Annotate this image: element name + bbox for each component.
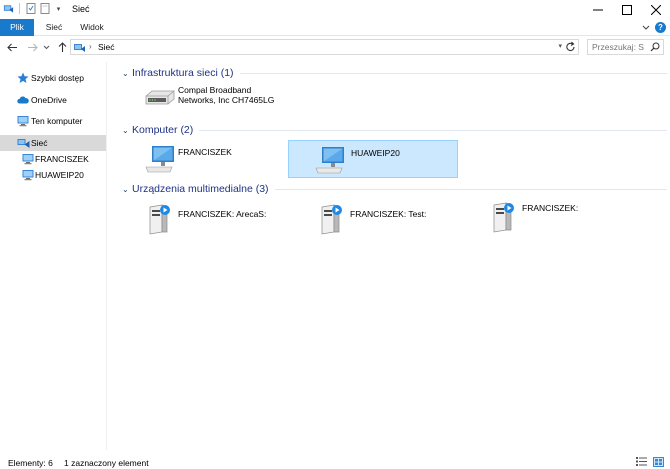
view-switcher (636, 457, 664, 469)
group-header-media-devices[interactable]: ⌄ Urządzenia multimedialne (3) (122, 182, 667, 196)
address-history-chevron-icon[interactable]: ▾ (558, 42, 562, 50)
item-label: FRANCISZEK (178, 147, 232, 157)
search-icon[interactable] (650, 42, 660, 54)
up-button[interactable] (55, 40, 69, 54)
item-label-line2: Networks, Inc CH7465LG (178, 95, 275, 105)
new-folder-icon[interactable] (39, 3, 50, 14)
sidebar-item-label: Sieć (31, 138, 48, 148)
refresh-icon[interactable] (565, 41, 576, 55)
cloud-icon (17, 94, 29, 106)
large-icons-view-icon[interactable] (653, 457, 664, 469)
monitor-icon (314, 145, 346, 177)
sidebar-item-network[interactable]: Sieć (0, 135, 106, 151)
back-button[interactable] (5, 40, 19, 54)
sidebar-item-franciszek[interactable]: FRANCISZEK (0, 151, 106, 167)
maximize-button[interactable] (612, 0, 641, 19)
media-item-franciszek-arecas[interactable]: FRANCISZEK: ArecaS: (138, 200, 308, 236)
sidebar-item-label: Szybki dostęp (31, 73, 84, 83)
help-icon[interactable]: ? (655, 22, 666, 33)
details-view-icon[interactable] (636, 457, 647, 469)
window-controls (583, 0, 670, 19)
tab-file[interactable]: Plik (0, 19, 34, 36)
computer-icon (22, 169, 34, 181)
network-window-icon[interactable] (3, 3, 14, 14)
network-item-router[interactable]: Compal Broadband Networks, Inc CH7465LG (138, 82, 308, 118)
window-title: Sieć (72, 4, 90, 14)
group-title: Komputer (2) (132, 124, 194, 136)
content-pane: ⌄ Infrastruktura sieci (1) Compal Broadb… (108, 62, 670, 450)
breadcrumb-separator-icon[interactable]: › (89, 42, 92, 51)
collapse-chevron-icon[interactable]: ⌄ (122, 69, 132, 78)
group-divider (239, 72, 667, 74)
media-device-icon (488, 200, 518, 236)
title-bar: ▾ Sieć (0, 0, 670, 19)
search-box[interactable] (587, 39, 664, 55)
media-item-franciszek-test[interactable]: FRANCISZEK: Test: (310, 200, 480, 236)
forward-button[interactable] (25, 40, 39, 54)
item-label: FRANCISZEK: (522, 203, 579, 213)
sidebar-item-huaweip20[interactable]: HUAWEIP20 (0, 167, 106, 183)
group-header-infrastructure[interactable]: ⌄ Infrastruktura sieci (1) (122, 66, 667, 80)
minimize-button[interactable] (583, 0, 612, 19)
group-title: Infrastruktura sieci (1) (132, 67, 234, 79)
properties-icon[interactable] (25, 3, 36, 14)
media-device-icon (144, 202, 174, 238)
sidebar-item-onedrive[interactable]: OneDrive (0, 92, 106, 108)
sidebar-item-this-pc[interactable]: Ten komputer (0, 113, 106, 129)
ribbon-controls: ? (642, 22, 666, 33)
group-divider (274, 188, 667, 190)
media-device-icon (316, 202, 346, 238)
item-count: Elementy: 6 (8, 458, 53, 468)
sidebar-item-label: OneDrive (31, 95, 67, 105)
recent-locations-chevron-icon[interactable] (41, 40, 51, 54)
item-label: HUAWEIP20 (351, 148, 400, 158)
collapse-chevron-icon[interactable]: ⌄ (122, 185, 132, 194)
sidebar-item-label: Ten komputer (31, 116, 83, 126)
item-label: FRANCISZEK: ArecaS: (178, 209, 267, 219)
status-bar: Elementy: 6 1 zaznaczony element (0, 455, 670, 469)
tab-view[interactable]: Widok (76, 19, 108, 36)
router-icon (144, 84, 176, 112)
group-divider (199, 129, 667, 131)
item-label: FRANCISZEK: Test: (350, 209, 427, 219)
breadcrumb[interactable]: Sieć (98, 42, 115, 52)
navigation-bar: › Sieć ▾ (0, 37, 670, 57)
media-item-franciszek[interactable]: FRANCISZEK: (482, 198, 652, 234)
expand-ribbon-chevron-icon[interactable] (642, 23, 650, 33)
network-icon (17, 137, 30, 149)
computer-item-huaweip20[interactable]: HUAWEIP20 (288, 140, 458, 178)
sidebar-item-quick-access[interactable]: Szybki dostęp (0, 70, 106, 86)
ribbon-tabs: Plik Sieć Widok ? (0, 19, 670, 36)
computer-item-franciszek[interactable]: FRANCISZEK (138, 141, 308, 177)
computer-icon (22, 153, 34, 165)
search-input[interactable] (592, 41, 650, 53)
selection-count: 1 zaznaczony element (64, 458, 149, 468)
sidebar-item-label: FRANCISZEK (35, 154, 89, 164)
customize-toolbar-chevron-icon[interactable]: ▾ (53, 3, 64, 14)
quick-access-toolbar: ▾ (3, 3, 64, 14)
toolbar-separator (19, 3, 20, 14)
star-icon (17, 72, 29, 84)
address-bar[interactable]: › Sieć ▾ (70, 39, 579, 55)
network-icon (73, 42, 86, 55)
sidebar-item-label: HUAWEIP20 (35, 170, 84, 180)
tab-network[interactable]: Sieć (40, 19, 68, 36)
computer-icon (17, 115, 29, 127)
monitor-icon (144, 144, 176, 176)
collapse-chevron-icon[interactable]: ⌄ (122, 126, 132, 135)
close-button[interactable] (641, 0, 670, 19)
group-header-computers[interactable]: ⌄ Komputer (2) (122, 123, 667, 137)
item-label-line1: Compal Broadband (178, 85, 252, 95)
group-title: Urządzenia multimedialne (3) (132, 183, 269, 195)
navigation-pane: Szybki dostęp OneDrive Ten komputer Sieć… (0, 62, 107, 450)
